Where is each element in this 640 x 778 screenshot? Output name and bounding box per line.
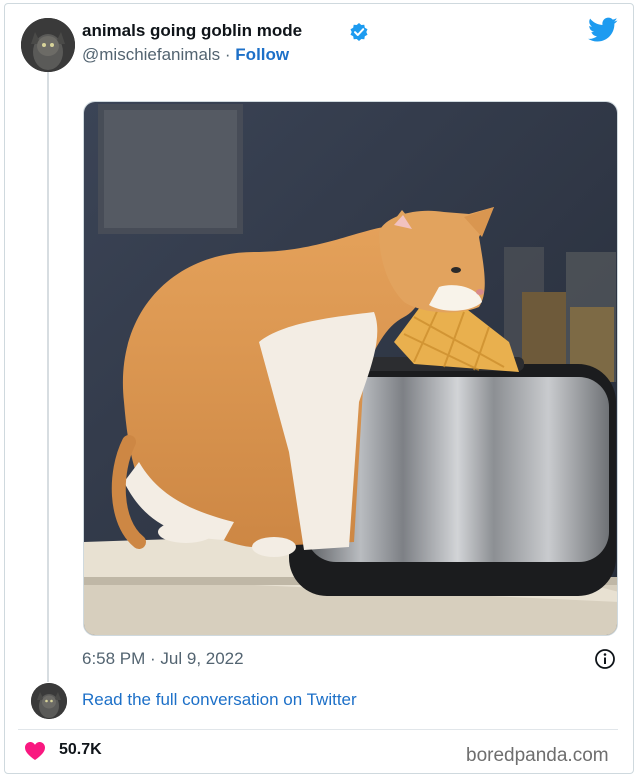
twitter-bird-icon[interactable] <box>588 17 618 43</box>
separator: · <box>220 45 236 64</box>
watermark: boredpanda.com <box>466 745 609 766</box>
handle[interactable]: @mischiefanimals <box>82 45 220 64</box>
thread-line <box>47 72 49 682</box>
divider <box>18 729 618 730</box>
tweet-photo[interactable] <box>83 101 618 636</box>
display-name[interactable]: animals going goblin mode <box>82 21 302 41</box>
avatar-small[interactable] <box>31 683 67 719</box>
heart-icon[interactable] <box>24 741 46 761</box>
follow-link[interactable]: Follow <box>235 45 289 64</box>
avatar[interactable] <box>21 18 75 72</box>
read-conversation-link[interactable]: Read the full conversation on Twitter <box>82 690 357 710</box>
verified-badge-icon <box>349 22 369 42</box>
info-icon[interactable] <box>594 648 616 670</box>
tweet-timestamp[interactable]: 6:58 PM · Jul 9, 2022 <box>82 649 244 669</box>
handle-row: @mischiefanimals · Follow <box>82 45 289 65</box>
like-count[interactable]: 50.7K <box>59 741 102 759</box>
